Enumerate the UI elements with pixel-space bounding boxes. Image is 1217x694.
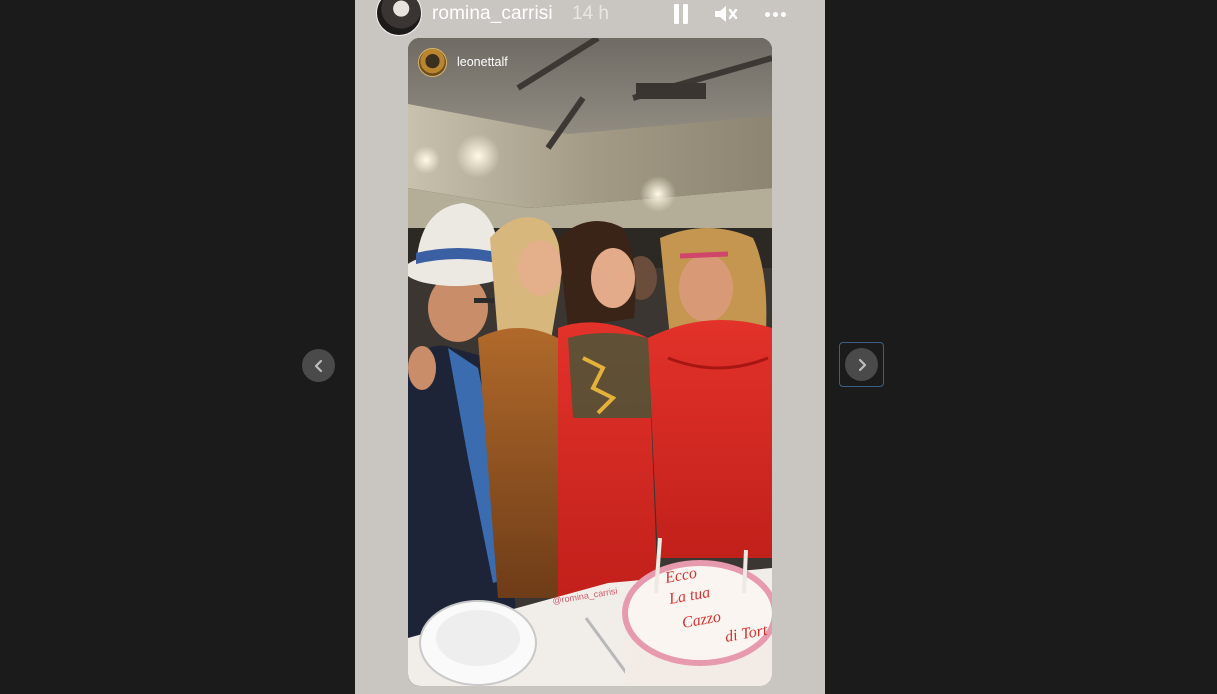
chevron-left-icon xyxy=(314,359,322,372)
next-story-button[interactable] xyxy=(839,342,884,387)
story-viewer: romina_carrisi 14 h @romina_carrisi Ecco… xyxy=(0,0,1217,694)
story-frame[interactable]: romina_carrisi 14 h @romina_carrisi Ecco… xyxy=(355,0,825,694)
volume-muted-icon xyxy=(715,6,738,22)
more-dot xyxy=(780,11,786,17)
pause-icon xyxy=(674,4,679,24)
pause-button[interactable] xyxy=(669,0,693,28)
story-author-avatar[interactable] xyxy=(376,0,422,36)
chevron-right-icon xyxy=(858,358,866,371)
mute-button[interactable] xyxy=(713,0,739,28)
story-author-username[interactable]: romina_carrisi xyxy=(432,3,553,25)
story-timestamp: 14 h xyxy=(572,3,609,24)
previous-story-button[interactable] xyxy=(302,349,335,382)
more-horizontal-icon xyxy=(764,11,770,17)
story-header: romina_carrisi 14 h xyxy=(355,0,825,36)
more-options-button[interactable] xyxy=(761,0,789,28)
post-photo: @romina_carrisi Ecco La tua Cazzo di Tor… xyxy=(408,38,772,686)
more-dot xyxy=(772,11,778,17)
next-story-circle xyxy=(845,348,878,381)
reshared-post[interactable]: @romina_carrisi Ecco La tua Cazzo di Tor… xyxy=(408,38,772,686)
reshared-post-username[interactable]: leonettalf xyxy=(457,55,508,69)
pause-icon-bar xyxy=(683,4,688,24)
reshared-post-author[interactable]: leonettalf xyxy=(418,46,508,78)
reshared-post-avatar[interactable] xyxy=(418,47,447,77)
